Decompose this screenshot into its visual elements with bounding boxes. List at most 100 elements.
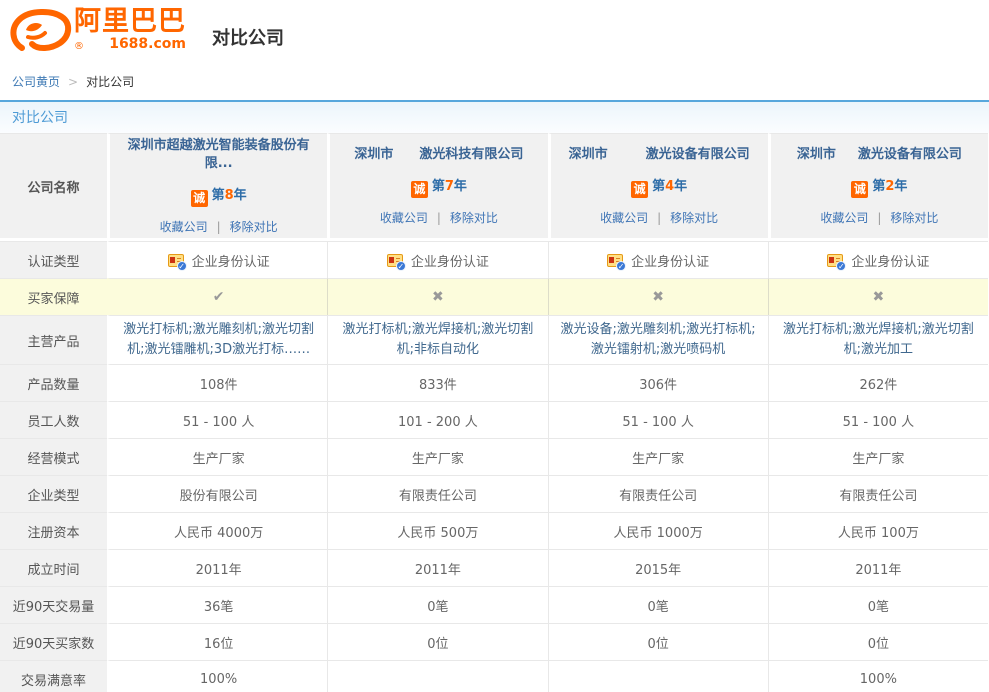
link-divider: | — [437, 211, 441, 225]
logo-wordmark: 阿里巴巴 — [74, 8, 186, 36]
company-name-link[interactable]: 深圳市超越激光智能装备股份有限... — [116, 137, 321, 173]
row-label-product-count: 产品数量 — [0, 364, 107, 401]
row-established: 成立时间 2011年 2011年 2015年 2011年 — [0, 549, 988, 586]
cell-product-count: 306件 — [548, 364, 768, 401]
cell-buyers: 0位 — [327, 623, 547, 660]
row-registered-capital: 注册资本 人民币 4000万 人民币 500万 人民币 1000万 人民币 10… — [0, 512, 988, 549]
row-label-main-products: 主营产品 — [0, 315, 107, 364]
row-satisfaction-rate: 交易满意率 100% 100% — [0, 660, 988, 692]
enterprise-cert-icon: ✓ — [607, 254, 625, 269]
favorite-company-link[interactable]: 收藏公司 — [600, 211, 648, 225]
cell-capital: 人民币 1000万 — [548, 512, 768, 549]
cell-cert: ✓企业身份认证 — [768, 241, 988, 278]
company-years: 诚第2年 — [777, 175, 982, 198]
row-label-buyer-count-90d: 近90天买家数 — [0, 623, 107, 660]
page-header: 阿里巴巴 ® 1688.com 对比公司 — [0, 0, 989, 60]
cell-buyers: 16位 — [107, 623, 327, 660]
company-name-link[interactable]: 深圳市激光设备有限公司 — [557, 146, 762, 164]
cell-capital: 人民币 100万 — [768, 512, 988, 549]
cheng-badge-icon: 诚 — [411, 181, 428, 198]
row-label-established: 成立时间 — [0, 549, 107, 586]
redacted-text — [836, 148, 858, 158]
cell-products[interactable]: 激光打标机;激光焊接机;激光切割机;非标自动化 — [327, 315, 547, 364]
company-column-4: 深圳市激光设备有限公司 诚第2年 收藏公司 | 移除对比 — [768, 133, 988, 241]
row-buyer-count-90d: 近90天买家数 16位 0位 0位 0位 — [0, 623, 988, 660]
row-label-company-type: 企业类型 — [0, 475, 107, 512]
row-company-name: 公司名称 深圳市超越激光智能装备股份有限... 诚第8年 收藏公司|移除对比 深… — [0, 133, 988, 241]
company-years: 诚第4年 — [557, 175, 762, 198]
breadcrumb-home-link[interactable]: 公司黄页 — [12, 75, 60, 89]
cell-products[interactable]: 激光打标机;激光焊接机;激光切割机;激光加工 — [768, 315, 988, 364]
cell-satisfaction — [548, 660, 768, 692]
cell-buyers: 0位 — [548, 623, 768, 660]
row-business-model: 经营模式 生产厂家 生产厂家 生产厂家 生产厂家 — [0, 438, 988, 475]
cheng-badge-icon: 诚 — [851, 181, 868, 198]
cell-guarantee: ✖ — [548, 278, 768, 315]
row-label-cert-type: 认证类型 — [0, 241, 107, 278]
cell-trade-volume: 0笔 — [768, 586, 988, 623]
breadcrumb-separator: > — [68, 75, 78, 89]
cell-company-type: 有限责任公司 — [768, 475, 988, 512]
company-name-link[interactable]: 深圳市激光科技有限公司 — [336, 146, 541, 164]
link-divider: | — [877, 211, 881, 225]
cell-company-type: 股份有限公司 — [107, 475, 327, 512]
breadcrumb: 公司黄页 > 对比公司 — [0, 60, 989, 100]
cell-buyers: 0位 — [768, 623, 988, 660]
cell-established: 2011年 — [107, 549, 327, 586]
remove-compare-link[interactable]: 移除对比 — [670, 211, 718, 225]
company-column-2: 深圳市激光科技有限公司 诚第7年 收藏公司 | 移除对比 — [327, 133, 547, 241]
company-name-link[interactable]: 深圳市激光设备有限公司 — [777, 146, 982, 164]
section-title: 对比公司 — [12, 110, 68, 126]
registered-mark: ® — [74, 41, 84, 52]
company-column-1: 深圳市超越激光智能装备股份有限... 诚第8年 收藏公司 | 移除对比 — [107, 133, 327, 241]
row-buyer-guarantee: 买家保障 ✔ ✖ ✖ ✖ — [0, 278, 988, 315]
cell-company-type: 有限责任公司 — [327, 475, 547, 512]
cell-employees: 51 - 100 人 — [548, 401, 768, 438]
company-years: 诚第7年 — [336, 175, 541, 198]
favorite-company-link[interactable]: 收藏公司 — [160, 220, 208, 234]
link-divider: | — [217, 220, 221, 234]
cheng-badge-icon: 诚 — [191, 190, 208, 207]
cell-established: 2011年 — [327, 549, 547, 586]
remove-compare-link[interactable]: 移除对比 — [450, 211, 498, 225]
comparison-table: 公司名称 深圳市超越激光智能装备股份有限... 诚第8年 收藏公司|移除对比 深… — [0, 133, 988, 692]
favorite-company-link[interactable]: 收藏公司 — [380, 211, 428, 225]
remove-compare-link[interactable]: 移除对比 — [890, 211, 938, 225]
cell-products[interactable]: 激光设备;激光雕刻机;激光打标机;激光镭射机;激光喷码机 — [548, 315, 768, 364]
logo-text: 阿里巴巴 ® 1688.com — [74, 8, 186, 52]
cell-trade-volume: 0笔 — [548, 586, 768, 623]
link-divider: | — [657, 211, 661, 225]
row-label-business-model: 经营模式 — [0, 438, 107, 475]
cell-products[interactable]: 激光打标机;激光雕刻机;激光切割机;激光镭雕机;3D激光打标…… — [107, 315, 327, 364]
favorite-company-link[interactable]: 收藏公司 — [820, 211, 868, 225]
row-label-satisfaction-rate: 交易满意率 — [0, 660, 107, 692]
cell-satisfaction: 100% — [768, 660, 988, 692]
company-years: 诚第8年 — [116, 184, 321, 207]
company-column-3: 深圳市激光设备有限公司 诚第4年 收藏公司 | 移除对比 — [548, 133, 768, 241]
cross-icon: ✖ — [432, 289, 444, 305]
cross-icon: ✖ — [873, 289, 885, 305]
cell-cert: ✓企业身份认证 — [548, 241, 768, 278]
row-company-type: 企业类型 股份有限公司 有限责任公司 有限责任公司 有限责任公司 — [0, 475, 988, 512]
cheng-badge-icon: 诚 — [631, 181, 648, 198]
cell-established: 2015年 — [548, 549, 768, 586]
row-label-trade-volume-90d: 近90天交易量 — [0, 586, 107, 623]
row-cert-type: 认证类型 ✓企业身份认证 ✓企业身份认证 ✓企业身份认证 ✓企业身份认证 — [0, 241, 988, 278]
remove-compare-link[interactable]: 移除对比 — [230, 220, 278, 234]
cell-guarantee: ✖ — [768, 278, 988, 315]
cell-guarantee: ✖ — [327, 278, 547, 315]
cell-trade-volume: 36笔 — [107, 586, 327, 623]
alibaba-logo[interactable]: 阿里巴巴 ® 1688.com — [8, 8, 186, 54]
row-main-products: 主营产品 激光打标机;激光雕刻机;激光切割机;激光镭雕机;3D激光打标…… 激光… — [0, 315, 988, 364]
row-label-buyer-guarantee: 买家保障 — [0, 278, 107, 315]
cell-business-model: 生产厂家 — [548, 438, 768, 475]
check-icon: ✔ — [213, 289, 225, 305]
alibaba-logo-icon — [8, 8, 72, 54]
row-label-employee-count: 员工人数 — [0, 401, 107, 438]
breadcrumb-current: 对比公司 — [86, 75, 134, 89]
cell-business-model: 生产厂家 — [107, 438, 327, 475]
page-title: 对比公司 — [212, 24, 284, 50]
cell-cert: ✓企业身份认证 — [107, 241, 327, 278]
cell-company-type: 有限责任公司 — [548, 475, 768, 512]
row-label-registered-capital: 注册资本 — [0, 512, 107, 549]
